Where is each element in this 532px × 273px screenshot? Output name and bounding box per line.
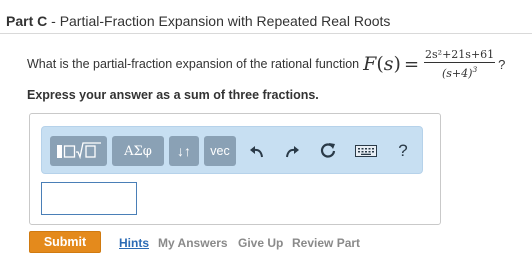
redo-icon [286, 146, 299, 158]
give-up-link[interactable]: Give Up [238, 236, 283, 250]
fraction: 2s²+21s+61 (s+4)3 [424, 48, 496, 80]
greek-symbols-button[interactable]: ΑΣφ [112, 136, 164, 166]
function-name: F [363, 53, 377, 76]
denominator-base: (s+4) [441, 67, 473, 81]
denominator-exponent: 3 [472, 65, 478, 75]
question-mark: ? [498, 56, 506, 72]
reset-button[interactable] [316, 136, 340, 166]
help-icon: ? [398, 141, 408, 160]
part-title-text: Partial-Fraction Expansion with Repeated… [59, 13, 391, 29]
fraction-denominator: (s+4)3 [442, 63, 477, 80]
question-prompt: What is the partial-fraction expansion o… [27, 57, 360, 72]
templates-button[interactable] [50, 136, 107, 166]
math-toolbar: ΑΣφ ↓↑ vec ? [41, 126, 423, 174]
submit-button[interactable]: Submit [29, 231, 101, 253]
my-answers-link[interactable]: My Answers [158, 236, 228, 250]
templates-icon [56, 142, 101, 160]
question-text: What is the partial-fraction expansion o… [27, 48, 505, 80]
undo-icon [250, 146, 263, 158]
function-expression: F(s) = 2s²+21s+61 (s+4)3 [363, 48, 497, 80]
hints-link[interactable]: Hints [119, 236, 149, 250]
arrows-button[interactable]: ↓↑ [169, 136, 199, 166]
redo-button[interactable] [280, 136, 304, 166]
open-paren: ( [376, 53, 384, 76]
answer-input[interactable] [41, 182, 137, 215]
undo-button[interactable] [245, 136, 269, 166]
keyboard-icon [355, 145, 377, 157]
title-separator: - [47, 13, 60, 29]
part-label: Part C [6, 13, 48, 29]
vector-button[interactable]: vec [204, 136, 236, 166]
reset-icon [320, 143, 336, 158]
close-paren: ) [393, 53, 401, 76]
fraction-numerator: 2s²+21s+61 [424, 48, 496, 64]
help-button[interactable]: ? [393, 136, 413, 166]
instruction-text: Express your answer as a sum of three fr… [27, 88, 319, 102]
part-title: Part C - Partial-Fraction Expansion with… [6, 13, 390, 29]
keyboard-button[interactable] [352, 136, 380, 166]
title-divider [0, 33, 532, 34]
equals-sign: = [403, 53, 420, 75]
review-part-link[interactable]: Review Part [292, 236, 360, 250]
function-variable: s [383, 53, 394, 76]
